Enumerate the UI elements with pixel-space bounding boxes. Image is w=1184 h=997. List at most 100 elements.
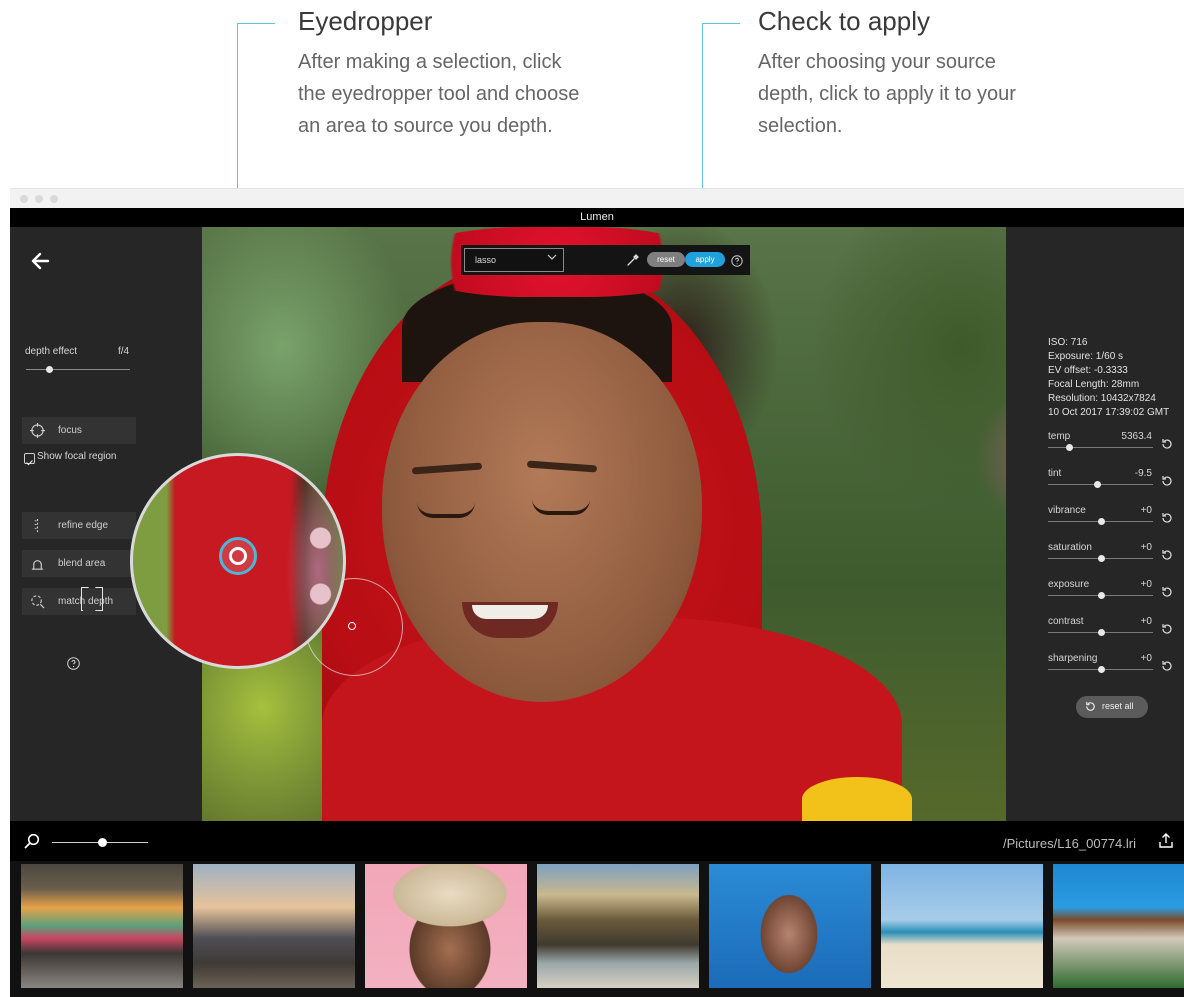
- reset-adjustment-icon[interactable]: [1160, 548, 1174, 562]
- help-icon[interactable]: [67, 657, 80, 670]
- toolbar-help-icon[interactable]: [731, 254, 743, 267]
- thumbnail-pool-loungers[interactable]: [1053, 864, 1184, 988]
- thumbnail-city-skyline[interactable]: [193, 864, 355, 988]
- reset-adjustment-icon[interactable]: [1160, 511, 1174, 525]
- adjustment-slider-knob[interactable]: [1097, 592, 1105, 599]
- apply-callout-leader-h: [702, 23, 740, 24]
- search-icon[interactable]: [24, 833, 40, 849]
- reset-all-label: reset all: [1102, 701, 1134, 711]
- eyedropper-callout-title: Eyedropper: [298, 6, 433, 36]
- reset-icon: [1086, 701, 1095, 711]
- meta-iso: ISO: 716: [1048, 337, 1088, 348]
- reset-adjustment-icon[interactable]: [1160, 474, 1174, 488]
- focus-button-label: focus: [58, 425, 82, 436]
- adjustment-label: tint: [1048, 468, 1062, 479]
- focus-button[interactable]: focus: [22, 417, 136, 444]
- match-depth-button[interactable]: match depth: [22, 588, 136, 615]
- show-focal-region-label: Show focal region: [37, 451, 117, 462]
- reset-all-button[interactable]: reset all: [1076, 696, 1148, 718]
- adjustment-slider-track[interactable]: [1048, 447, 1153, 448]
- eyedropper-icon: [627, 254, 639, 266]
- apply-callout-line-2: depth, click to apply it to your: [758, 83, 1016, 105]
- thumbnail-beach-cliffs[interactable]: [537, 864, 699, 988]
- zoom-window-button[interactable]: [50, 195, 58, 203]
- apply-button[interactable]: apply: [685, 252, 725, 267]
- selection-mode-dropdown[interactable]: lasso: [464, 248, 564, 272]
- zoom-slider-knob[interactable]: [97, 838, 107, 847]
- photo-yellow-fabric: [802, 777, 912, 821]
- eyedropper-callout-leader-h: [237, 23, 275, 24]
- eyedropper-callout-line-1: After making a selection, click: [298, 51, 562, 73]
- depth-effect-label: depth effect: [25, 346, 78, 357]
- meta-date: 10 Oct 2017 17:39:02 GMT: [1048, 407, 1170, 418]
- eyedropper-button[interactable]: [626, 253, 640, 267]
- thumbnail-graffiti[interactable]: [21, 864, 183, 988]
- window-title: Lumen: [10, 208, 1184, 227]
- blend-area-label: blend area: [58, 558, 106, 569]
- chevron-down-icon: [547, 254, 557, 260]
- reset-adjustment-icon[interactable]: [1160, 437, 1174, 451]
- cursor-point-icon: [348, 622, 356, 630]
- adjustment-tint: tint -9.5: [1048, 468, 1172, 498]
- eyedropper-callout-line-2: the eyedropper tool and choose: [298, 83, 580, 105]
- selection-toolbar: lasso reset apply: [461, 245, 750, 275]
- eyedropper-callout-line-3: an area to source you depth.: [298, 115, 553, 137]
- adjustment-slider-knob[interactable]: [1066, 444, 1073, 451]
- adjustment-contrast: contrast +0: [1048, 616, 1172, 646]
- close-window-button[interactable]: [20, 195, 28, 203]
- selection-mode-value: lasso: [475, 255, 497, 265]
- adjustment-label: saturation: [1048, 542, 1092, 553]
- depth-effect-value: f/4: [118, 346, 130, 357]
- photo-left-eye: [417, 502, 475, 518]
- reset-button[interactable]: reset: [647, 252, 685, 267]
- back-arrow-icon: [31, 252, 50, 270]
- adjustment-value: +0: [1140, 542, 1152, 553]
- thumbnail-beach-boats[interactable]: [881, 864, 1043, 988]
- adjustment-value: +0: [1140, 505, 1152, 516]
- blend-area-icon: [31, 560, 44, 570]
- meta-resolution: Resolution: 10432x7824: [1048, 393, 1156, 404]
- meta-ev-offset: EV offset: -0.3333: [1048, 365, 1128, 376]
- adjustment-slider-knob[interactable]: [1094, 481, 1102, 488]
- refine-edge-label: refine edge: [58, 520, 109, 531]
- adjustment-label: vibrance: [1048, 505, 1086, 516]
- photo-teeth: [472, 605, 548, 619]
- thumbnail-pool-diver[interactable]: [709, 864, 871, 988]
- adjustment-sharpening: sharpening +0: [1048, 653, 1172, 683]
- match-depth-icon: [31, 595, 45, 609]
- adjustment-slider-knob[interactable]: [1097, 629, 1105, 636]
- adjustment-slider-knob[interactable]: [1097, 555, 1105, 562]
- minimize-window-button[interactable]: [35, 195, 43, 203]
- window-chrome: [10, 188, 1184, 209]
- adjustment-label: temp: [1048, 431, 1071, 442]
- back-button[interactable]: [28, 249, 52, 273]
- apply-callout-line-3: selection.: [758, 115, 843, 137]
- depth-effect-slider-track[interactable]: [26, 369, 130, 370]
- checkmark-icon: [26, 460, 33, 466]
- filmstrip-toolbar: /Pictures/L16_00774.lri: [10, 821, 1184, 861]
- blend-area-button[interactable]: blend area: [22, 550, 136, 577]
- show-focal-region-checkbox[interactable]: [24, 453, 35, 466]
- thumbnail-portrait-hat[interactable]: [365, 864, 527, 988]
- reset-adjustment-icon[interactable]: [1160, 585, 1174, 599]
- adjustment-slider-knob[interactable]: [1097, 666, 1105, 673]
- adjustment-label: sharpening: [1048, 653, 1098, 664]
- adjustment-value: +0: [1140, 616, 1152, 627]
- depth-effect-slider-knob[interactable]: [45, 366, 53, 373]
- refine-edge-button[interactable]: refine edge: [22, 512, 136, 539]
- adjustment-saturation: saturation +0: [1048, 542, 1172, 572]
- adjustment-value: +0: [1140, 579, 1152, 590]
- apply-callout-line-1: After choosing your source: [758, 51, 996, 73]
- apply-callout-title: Check to apply: [758, 6, 930, 36]
- eyedropper-target-center-icon: [229, 547, 247, 565]
- share-icon[interactable]: [1158, 833, 1174, 849]
- adjustment-label: exposure: [1048, 579, 1090, 590]
- adjustment-slider-knob[interactable]: [1097, 518, 1105, 525]
- meta-exposure: Exposure: 1/60 s: [1048, 351, 1124, 362]
- meta-focal-length: Focal Length: 28mm: [1048, 379, 1140, 390]
- reset-adjustment-icon[interactable]: [1160, 622, 1174, 636]
- adjustment-value: 5363.4: [1121, 431, 1152, 442]
- reset-adjustment-icon[interactable]: [1160, 659, 1174, 673]
- refine-edge-icon: [34, 518, 39, 533]
- magnifier-pattern: [298, 496, 343, 636]
